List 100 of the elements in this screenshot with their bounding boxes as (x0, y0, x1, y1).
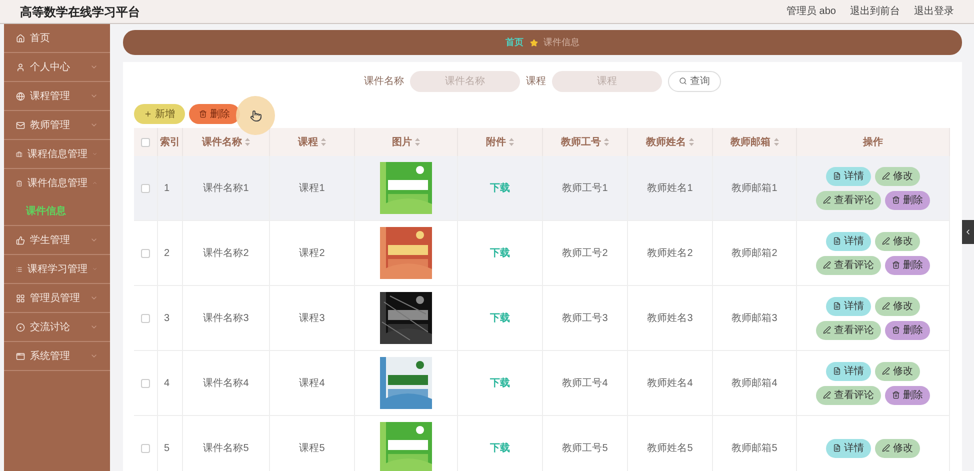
details-button[interactable]: 详情 (826, 296, 871, 316)
plus-icon (144, 110, 152, 118)
pen-icon (882, 367, 890, 375)
table-cell-text: 教师姓名4 (647, 376, 693, 390)
header-link[interactable]: 管理员 abo (786, 4, 836, 19)
details-button[interactable]: 详情 (826, 362, 871, 380)
table-cell-text: 教师邮箱1 (732, 182, 778, 196)
table-cell-text: 教师邮箱4 (732, 376, 778, 390)
column-header[interactable]: 课件名称 (202, 134, 250, 150)
details-button[interactable]: 详情 (826, 166, 871, 186)
pen-icon (823, 196, 831, 204)
sidebar-item[interactable]: 首页 (4, 24, 110, 52)
column-header: 操作 (863, 136, 883, 150)
download-link[interactable]: 下载 (490, 440, 510, 456)
view-comments-button[interactable]: 查看评论 (816, 386, 881, 404)
table-cell-text: 课程4 (299, 376, 325, 390)
sidebar-subitem[interactable]: 课件信息 (4, 197, 110, 225)
sidebar-item[interactable]: 课程学习管理 (4, 255, 110, 283)
sort-icon[interactable] (689, 138, 694, 146)
header-link[interactable]: 退出登录 (914, 4, 954, 19)
download-link[interactable]: 下载 (490, 246, 510, 260)
details-button[interactable]: 详情 (826, 232, 871, 250)
sidebar-item[interactable]: 个人中心 (4, 53, 110, 81)
sort-icon[interactable] (245, 138, 250, 146)
globe-icon (16, 92, 25, 100)
table-cell-text: 教师工号3 (562, 312, 608, 326)
sidebar-item[interactable]: 课程管理 (4, 82, 110, 110)
edit-button[interactable]: 修改 (875, 362, 920, 380)
sidebar-item[interactable]: 课件信息管理 (4, 169, 110, 197)
circle-icon (16, 322, 25, 332)
sidebar-item[interactable]: 教师管理 (4, 111, 110, 139)
home-icon (16, 34, 25, 42)
sidebar-item[interactable]: 学生管理 (4, 226, 110, 254)
add-button[interactable]: 新增 (134, 104, 185, 124)
table-cell-text: 教师邮箱3 (732, 312, 778, 326)
checkbox[interactable] (141, 314, 150, 322)
document-icon (833, 367, 841, 375)
checkbox[interactable] (141, 248, 150, 258)
table-cell-text: 4 (164, 376, 170, 390)
table-cell-text: 课程5 (299, 442, 325, 456)
sort-icon[interactable] (774, 138, 778, 146)
delete-button[interactable]: 删除 (189, 104, 240, 124)
download-link[interactable]: 下载 (490, 310, 510, 326)
download-link[interactable]: 下载 (490, 180, 510, 196)
user-icon (16, 62, 25, 72)
sidebar-item[interactable]: 系统管理 (4, 342, 110, 370)
trash-icon (199, 110, 207, 118)
search-button[interactable]: 查询 (668, 70, 721, 92)
table-cell-text: 教师工号4 (562, 376, 608, 390)
chevron-left-icon (964, 228, 972, 236)
header-link[interactable]: 退出到前台 (850, 4, 900, 19)
sidebar-item[interactable]: 课程信息管理 (4, 140, 110, 168)
search-field[interactable]: 课件名称 (410, 70, 520, 92)
checkbox[interactable] (141, 378, 150, 388)
column-header[interactable]: 图片 (392, 134, 420, 150)
table-cell-text: 教师姓名5 (647, 442, 693, 456)
chevron-down-icon (90, 92, 98, 100)
table-cell-text: 课件名称2 (203, 246, 249, 260)
delete-button[interactable]: 删除 (885, 256, 930, 274)
trash-icon (892, 196, 900, 204)
view-comments-button[interactable]: 查看评论 (816, 190, 881, 210)
column-header[interactable]: 教师邮箱 (730, 134, 778, 150)
edit-button[interactable]: 修改 (875, 166, 920, 186)
collapse-handle[interactable] (962, 220, 974, 244)
document-icon (833, 172, 841, 180)
delete-button[interactable]: 删除 (885, 386, 930, 404)
column-header[interactable]: 附件 (486, 134, 514, 150)
chevron-up-icon (92, 179, 98, 187)
sort-icon[interactable] (509, 138, 514, 146)
breadcrumb-link[interactable]: 课件信息 (544, 36, 580, 50)
chevron-down-icon (90, 294, 98, 302)
edit-button[interactable]: 修改 (875, 438, 920, 458)
view-comments-button[interactable]: 查看评论 (816, 256, 881, 274)
table-cell-text: 5 (164, 442, 170, 456)
sort-icon[interactable] (604, 138, 609, 146)
download-link[interactable]: 下载 (490, 376, 510, 390)
view-comments-button[interactable]: 查看评论 (816, 320, 881, 340)
edit-button[interactable]: 修改 (875, 296, 920, 316)
sidebar-item[interactable]: 交流讨论 (4, 313, 110, 341)
details-button[interactable]: 详情 (826, 438, 871, 458)
delete-button[interactable]: 删除 (885, 190, 930, 210)
search-field[interactable]: 课程 (552, 70, 662, 92)
checkbox[interactable] (141, 184, 150, 192)
column-header[interactable]: 课程 (298, 134, 326, 150)
checkbox[interactable] (141, 444, 150, 452)
breadcrumb-link[interactable]: 首页 (506, 36, 524, 50)
checkbox[interactable] (141, 138, 150, 146)
sort-icon[interactable] (415, 138, 420, 146)
chevron-down-icon (90, 63, 98, 71)
trash-icon (892, 326, 900, 334)
field-label: 课程 (526, 74, 546, 88)
delete-button[interactable]: 删除 (885, 320, 930, 340)
sort-icon[interactable] (321, 138, 326, 146)
table-cell-text: 3 (164, 312, 170, 326)
column-header[interactable]: 教师工号 (561, 134, 609, 150)
column-header[interactable]: 教师姓名 (646, 134, 694, 150)
edit-button[interactable]: 修改 (875, 232, 920, 250)
sidebar-item[interactable]: 管理员管理 (4, 284, 110, 312)
window-icon (16, 352, 25, 360)
table-cell-text: 2 (164, 246, 170, 260)
